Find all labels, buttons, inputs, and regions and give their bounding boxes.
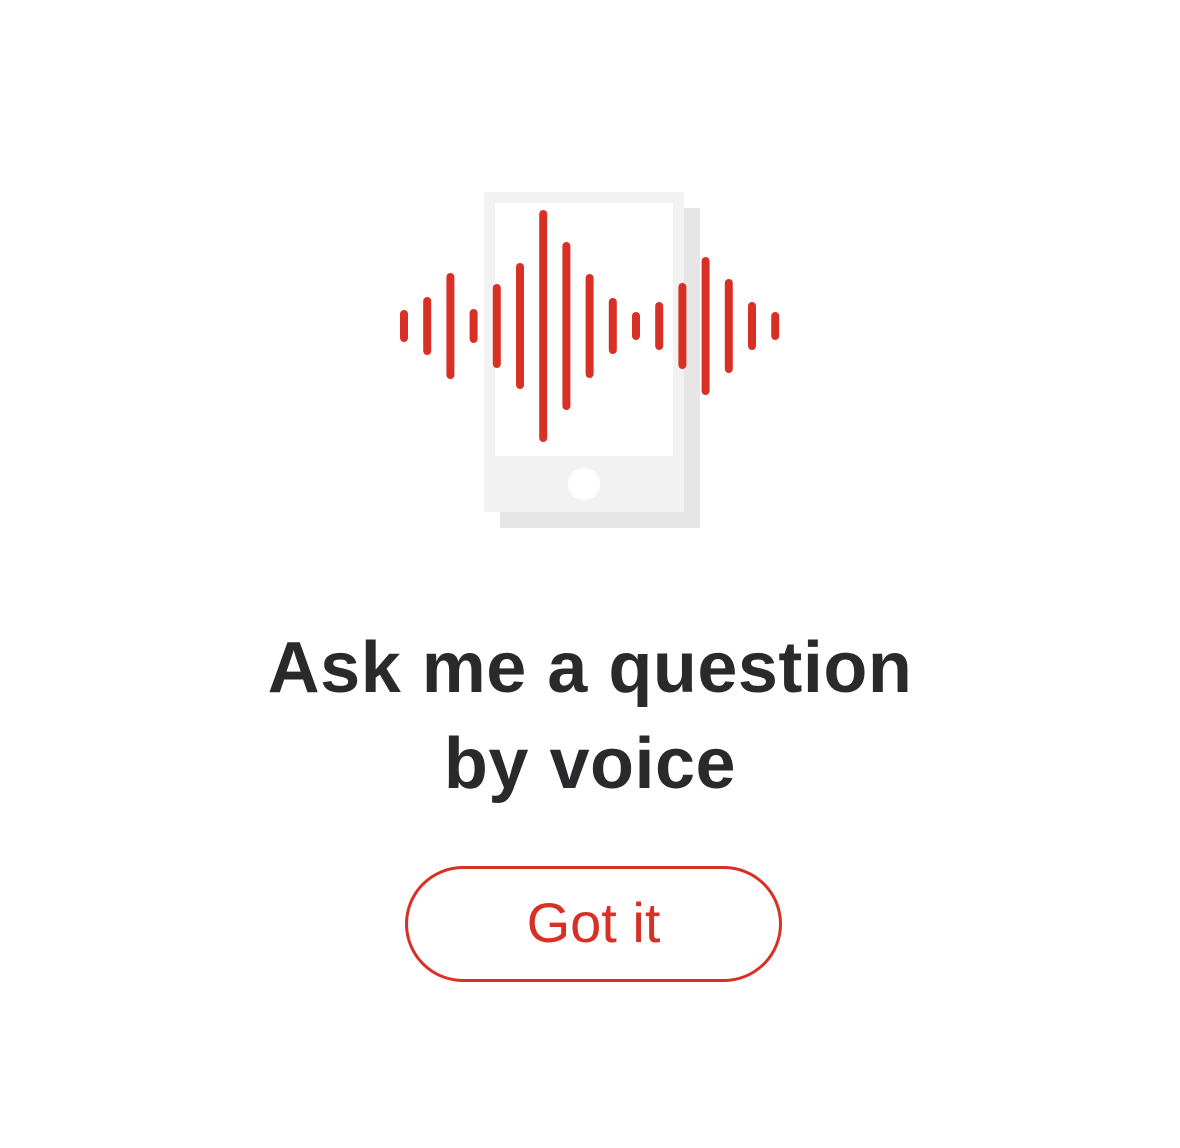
headline-line-1: Ask me a question <box>267 628 913 708</box>
intro-headline: Ask me a question by voice <box>0 620 1180 812</box>
got-it-button[interactable]: Got it <box>405 866 782 982</box>
headline-line-2: by voice <box>443 724 737 804</box>
voice-intro-screen: Ask me a question by voice Got it <box>0 0 1180 1148</box>
phone-voice-waveform-icon <box>400 192 780 528</box>
phone-home-button <box>568 468 600 500</box>
